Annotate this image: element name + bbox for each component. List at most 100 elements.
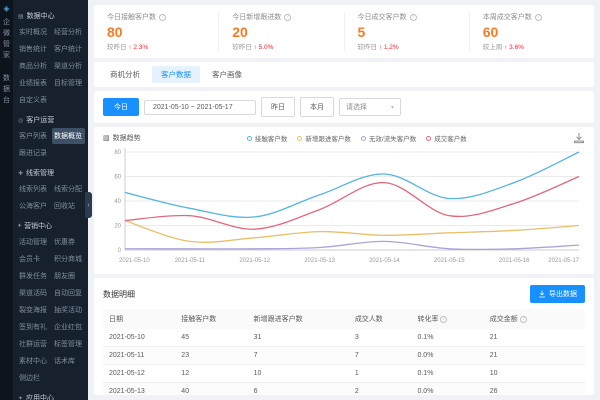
group-icon: ▤ [18,13,24,20]
sidebar-item[interactable]: 客户列表 [17,128,50,144]
stat-sub-prefix: 较昨日 [107,44,128,51]
sidebar-item[interactable]: 抽奖活动 [52,302,85,318]
column-header-label: 接触客户数 [181,316,216,323]
sidebar-item[interactable]: 标签管理 [52,336,85,352]
legend-label: 接触客户数 [255,133,288,143]
sidebar-item[interactable]: 渠道分析 [52,58,85,74]
y-axis-tick: 20 [114,224,121,230]
sidebar-item[interactable]: 线索列表 [17,181,50,197]
sidebar-item[interactable]: 线索分配 [52,181,85,197]
tab-active[interactable]: 客户数据 [152,66,200,83]
table-cell: 2021-05-10 [103,329,175,347]
today-button[interactable]: 今日 [103,98,139,116]
download-icon[interactable] [573,132,585,144]
sidebar-item[interactable]: 客户统计 [52,41,85,57]
column-header: 新增跟进客户数 [248,309,349,329]
table-cell: 7 [248,347,349,365]
sidebar-item[interactable]: 话术库 [52,353,85,369]
legend-item[interactable]: 新增跟进客户数 [297,133,351,143]
help-icon[interactable]: ? [520,316,527,323]
sidebar-item[interactable]: 自动回复 [52,285,85,301]
strip-label-char: 据 [3,85,10,94]
sidebar-item[interactable]: 侧边栏 [17,370,50,386]
table-cell: 2021-05-11 [103,347,175,365]
sidebar-collapse-handle[interactable]: ‹ [85,192,92,218]
help-icon[interactable]: ? [440,316,447,323]
sidebar-item[interactable]: 渠道活码 [17,285,50,301]
legend-marker-icon [297,136,302,141]
sidebar-item[interactable]: 积分商城 [52,251,85,267]
dimension-select[interactable]: 请选择 ▾ [339,98,401,116]
sidebar-item[interactable]: 实时概况 [17,24,50,40]
export-button[interactable]: 导出数据 [530,285,585,303]
table-cell: 21 [484,329,585,347]
tab-item[interactable]: 客户画像 [203,66,251,83]
legend-marker-icon [426,136,431,141]
quick-range-button[interactable]: 昨日 [261,97,295,117]
sidebar-item[interactable]: 朋友圈 [52,268,85,284]
legend-item[interactable]: 接触客户数 [247,133,288,143]
sidebar-item[interactable]: 社群运营 [17,336,50,352]
x-axis-tick: 2021-05-12 [239,258,270,264]
sidebar-item[interactable]: 活动管理 [17,234,50,250]
help-icon[interactable]: ? [159,14,166,21]
table-cell: 31 [248,329,349,347]
sidebar-item[interactable]: 业绩报表 [17,75,50,91]
quick-range-button[interactable]: 本月 [300,97,334,117]
trend-line-chart: 0204060802021-05-102021-05-112021-05-122… [103,144,589,272]
x-axis-tick: 2021-05-13 [304,258,335,264]
table-cell: 2021-05-12 [103,365,175,383]
help-icon[interactable]: ? [410,14,417,21]
table-cell: 10 [484,365,585,383]
sidebar-item[interactable]: 商品分析 [17,58,50,74]
legend-label: 新增跟进客户数 [305,133,351,143]
sidebar-item[interactable]: 销售统计 [17,41,50,57]
help-icon[interactable]: ? [535,14,542,21]
sidebar-item[interactable]: 公海客户 [17,198,50,214]
column-header: 接触客户数 [175,309,247,329]
line-series [125,241,579,249]
sidebar-item[interactable]: 目标管理 [52,75,85,91]
stat-delta: ↑ 5.0% [254,44,274,51]
app-switcher-strip[interactable]: ◈企微管家数据台 [0,0,13,400]
column-header-label: 转化率 [417,316,438,323]
table-row: 2021-05-1340620.0%26 [103,383,585,396]
sidebar-item[interactable]: 群发任务 [17,268,50,284]
x-axis-tick: 2021-05-10 [119,258,150,264]
sidebar-item[interactable]: 自定义表 [17,92,50,108]
sidebar-item[interactable]: 优惠券 [52,234,85,250]
sidebar-item[interactable]: 企业红包 [52,319,85,335]
sidebar-item[interactable]: 素材中心 [17,353,50,369]
stat-value: 5 [358,24,456,40]
stat-sub-prefix: 较昨日 [358,44,379,51]
sidebar-item[interactable]: 经营分析 [52,24,85,40]
select-value: 请选择 [346,102,367,112]
stat-title-text: 今日成交客户数 [358,12,407,22]
sidebar-item[interactable]: 回收站 [52,198,85,214]
sidebar-item[interactable]: 裂变海报 [17,302,50,318]
stat-value: 60 [483,24,581,40]
sidebar-item[interactable]: 签到有礼 [17,319,50,335]
sidebar-item[interactable]: 会员卡 [17,251,50,267]
sidebar: ◈企微管家数据台 ▤数据中心实时概况经营分析销售统计客户统计商品分析渠道分析业绩… [0,0,88,400]
sidebar-item-active[interactable]: 数据概览 [52,128,85,144]
stat-sub-prefix: 较上周 [483,44,504,51]
group-title: 线索管理 [26,168,54,178]
stat-delta: ↑ 1.2% [379,44,399,51]
stat-delta: ↑ 3.6% [504,44,524,51]
date-range-input[interactable]: 2021-05-10 ~ 2021-05-17 [144,100,256,115]
table-cell: 7 [349,347,412,365]
sidebar-item[interactable]: 跟进记录 [17,145,50,161]
strip-label-char: 家 [3,51,10,60]
x-axis-tick: 2021-05-17 [548,258,579,264]
table-cell: 40 [175,383,247,396]
chevron-down-icon: ▾ [391,104,394,111]
legend-item[interactable]: 成交客户数 [426,133,467,143]
main-content: 今日接触客户数?80较昨日 ↑ 2.3%今日新增跟进数?20较昨日 ↑ 5.0%… [88,0,600,400]
help-icon[interactable]: ? [284,14,291,21]
tab-item[interactable]: 商机分析 [101,66,149,83]
strip-label-char: 数 [3,74,10,83]
y-axis-tick: 40 [114,199,121,205]
legend-item[interactable]: 无效/流失客户数 [361,133,416,143]
stat-card: 今日接触客户数?80较昨日 ↑ 2.3% [94,12,219,51]
